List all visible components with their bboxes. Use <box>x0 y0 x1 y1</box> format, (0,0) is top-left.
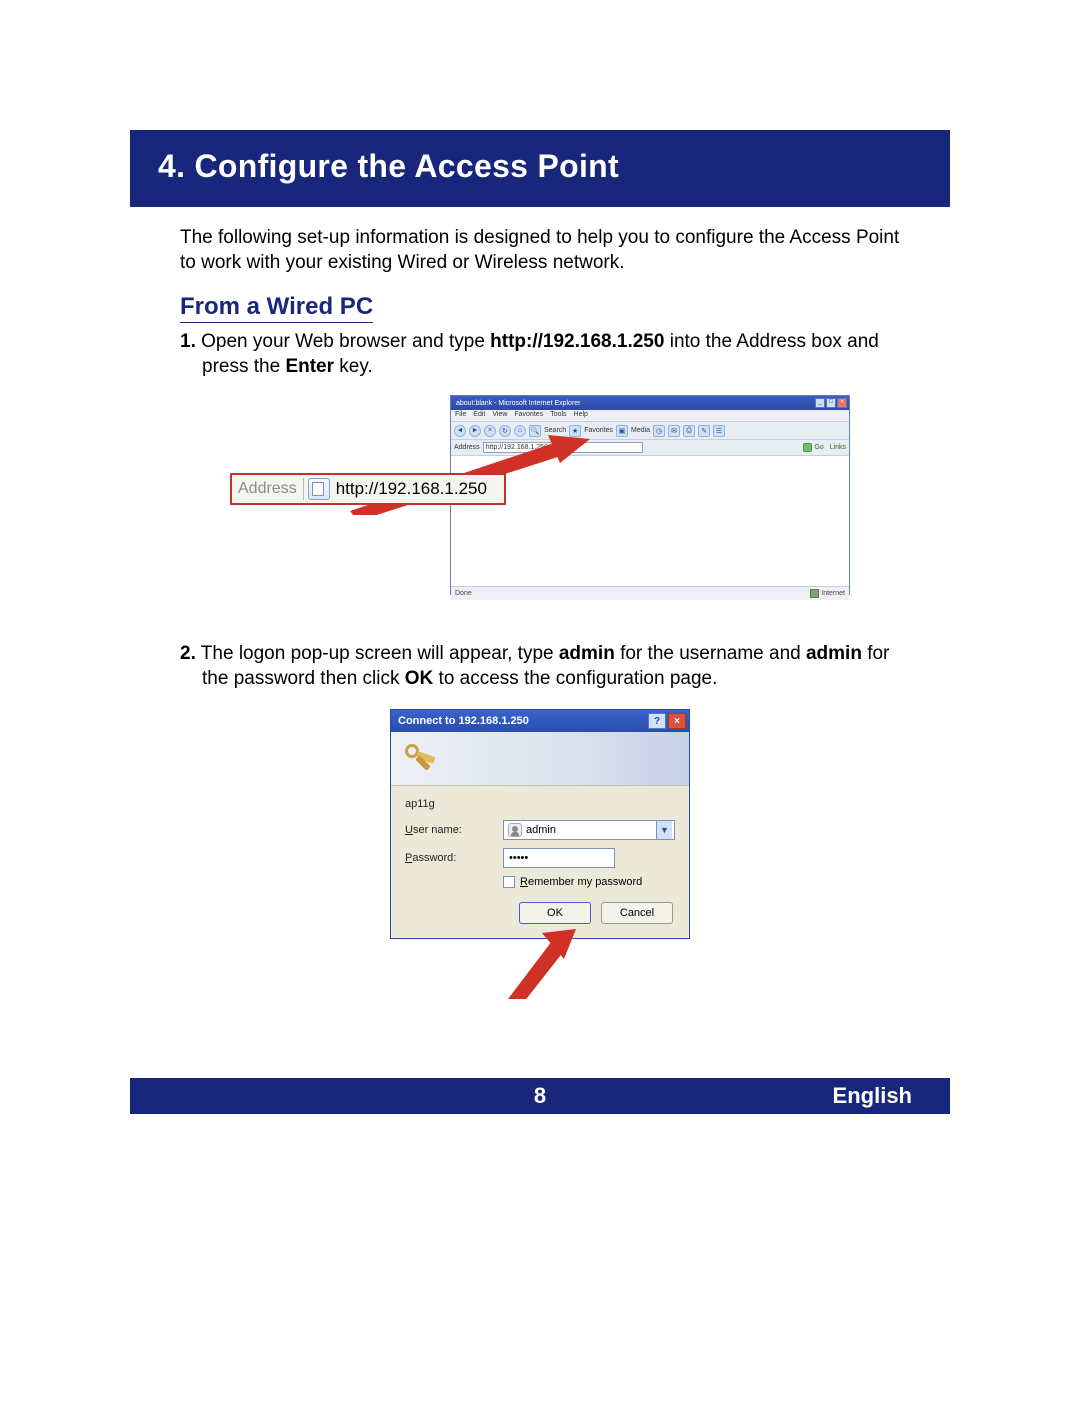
step-1: 1. Open your Web browser and type http:/… <box>130 329 950 379</box>
step-2: 2. The logon pop-up screen will appear, … <box>130 641 950 691</box>
status-left: Done <box>455 590 472 597</box>
footer-bar: 8 English <box>130 1078 950 1114</box>
favorites-icon[interactable]: ★ <box>569 425 581 437</box>
browser-status-bar: Done Internet <box>451 586 849 600</box>
username-row: User name: admin ▼ <box>405 820 675 840</box>
username-input[interactable]: admin ▼ <box>503 820 675 840</box>
username-value: admin <box>526 824 656 836</box>
browser-toolbar: ◄ ► × ↻ ⌂ 🔍 Search ★ Favorites ▣ Media ◷… <box>451 422 849 440</box>
status-right: Internet <box>821 590 845 597</box>
forward-icon[interactable]: ► <box>469 425 481 437</box>
browser-content-area <box>451 456 849 586</box>
menu-file[interactable]: File <box>455 411 466 420</box>
search-icon[interactable]: 🔍 <box>529 425 541 437</box>
edit-icon[interactable]: ✎ <box>698 425 710 437</box>
step-2-text-a: The logon pop-up screen will appear, typ… <box>196 643 559 664</box>
toolbar-media-label: Media <box>631 427 650 434</box>
realm-label: ap11g <box>405 798 675 810</box>
menu-favorites[interactable]: Favorites <box>514 411 543 420</box>
mail-icon[interactable]: ✉ <box>668 425 680 437</box>
arrow-icon <box>498 929 578 999</box>
links-label: Links <box>830 444 846 451</box>
password-value: ••••• <box>509 852 528 864</box>
dialog-button-row: OK Cancel <box>405 902 675 924</box>
intro-paragraph: The following set-up information is desi… <box>130 207 950 275</box>
user-icon <box>508 823 522 837</box>
browser-menubar: File Edit View Favorites Tools Help <box>451 410 849 422</box>
dialog-titlebar: Connect to 192.168.1.250 ? × <box>391 710 689 732</box>
browser-title: about:blank - Microsoft Internet Explore… <box>453 400 581 407</box>
browser-titlebar: about:blank - Microsoft Internet Explore… <box>451 396 849 410</box>
cancel-button[interactable]: Cancel <box>601 902 673 924</box>
checkbox-icon[interactable] <box>503 876 515 888</box>
step-2-ok: OK <box>405 668 434 689</box>
callout-url: http://192.168.1.250 <box>334 479 487 499</box>
page-number: 8 <box>534 1083 546 1109</box>
password-row: Password: ••••• <box>405 848 675 868</box>
toolbar-search-label: Search <box>544 427 566 434</box>
media-icon[interactable]: ▣ <box>616 425 628 437</box>
minimize-icon[interactable]: _ <box>815 398 825 408</box>
chevron-down-icon[interactable]: ▼ <box>656 821 672 839</box>
maximize-icon[interactable]: □ <box>826 398 836 408</box>
stop-icon[interactable]: × <box>484 425 496 437</box>
step-2-user: admin <box>559 643 615 664</box>
username-label: User name: <box>405 824 503 836</box>
figure-1: about:blank - Microsoft Internet Explore… <box>230 395 850 615</box>
password-label: Password: <box>405 852 503 864</box>
step-2-pass: admin <box>806 643 862 664</box>
step-1-key: Enter <box>285 356 334 377</box>
go-icon <box>803 443 812 452</box>
browser-window: about:blank - Microsoft Internet Explore… <box>450 395 850 595</box>
step-1-url: http://192.168.1.250 <box>490 331 664 352</box>
close-icon[interactable]: × <box>668 713 686 729</box>
document-page: 4. Configure the Access Point The follow… <box>130 130 950 1130</box>
login-dialog: Connect to 192.168.1.250 ? × ap11g User … <box>390 709 690 939</box>
subsection-heading: From a Wired PC <box>180 293 373 323</box>
step-2-number: 2. <box>180 643 196 664</box>
address-callout: Address http://192.168.1.250 <box>230 473 506 505</box>
discuss-icon[interactable]: ☰ <box>713 425 725 437</box>
menu-tools[interactable]: Tools <box>550 411 566 420</box>
page-icon <box>308 478 330 500</box>
home-icon[interactable]: ⌂ <box>514 425 526 437</box>
menu-edit[interactable]: Edit <box>473 411 485 420</box>
keys-icon <box>403 742 437 776</box>
language-label: English <box>833 1083 912 1109</box>
back-icon[interactable]: ◄ <box>454 425 466 437</box>
password-input[interactable]: ••••• <box>503 848 615 868</box>
address-value-small: http://192.168.1.250 <box>486 444 548 451</box>
refresh-icon[interactable]: ↻ <box>499 425 511 437</box>
menu-help[interactable]: Help <box>574 411 588 420</box>
step-2-text-d: to access the configuration page. <box>433 668 717 689</box>
callout-address-label: Address <box>232 480 303 498</box>
ok-button[interactable]: OK <box>519 902 591 924</box>
toolbar-fav-label: Favorites <box>584 427 613 434</box>
go-button[interactable]: Go Links <box>803 443 846 452</box>
dialog-title-text: Connect to 192.168.1.250 <box>398 715 529 727</box>
divider <box>303 478 304 500</box>
dialog-banner <box>391 732 689 786</box>
remember-label: Remember my password <box>520 876 642 888</box>
address-input-small[interactable]: http://192.168.1.250 <box>483 442 643 453</box>
address-label-small: Address <box>454 444 480 451</box>
menu-view[interactable]: View <box>492 411 507 420</box>
browser-address-row: Address http://192.168.1.250 Go Links <box>451 440 849 456</box>
internet-zone-icon <box>810 589 819 598</box>
help-icon[interactable]: ? <box>648 713 666 729</box>
section-title-text: 4. Configure the Access Point <box>158 148 619 184</box>
section-header: 4. Configure the Access Point <box>130 130 950 207</box>
step-1-text-c: key. <box>334 356 373 377</box>
close-icon[interactable]: × <box>837 398 847 408</box>
step-1-text-a: Open your Web browser and type <box>196 331 490 352</box>
figure-2: Connect to 192.168.1.250 ? × ap11g User … <box>390 709 690 939</box>
step-1-number: 1. <box>180 331 196 352</box>
go-label: Go <box>814 444 823 451</box>
history-icon[interactable]: ◷ <box>653 425 665 437</box>
print-icon[interactable]: ⎙ <box>683 425 695 437</box>
dialog-body: ap11g User name: admin ▼ Password: <box>391 786 689 938</box>
step-2-text-b: for the username and <box>615 643 806 664</box>
remember-checkbox-row[interactable]: Remember my password <box>503 876 675 888</box>
